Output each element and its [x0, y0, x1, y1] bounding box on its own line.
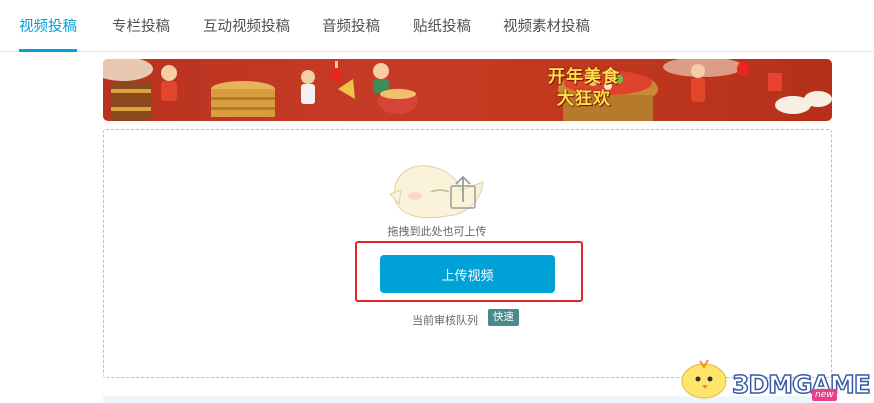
tab-column-upload[interactable]: 专栏投稿	[112, 15, 170, 36]
upload-video-button[interactable]: 上传视频	[380, 255, 555, 293]
watermark-logo: 3DMGAME	[731, 369, 871, 400]
banner-illustration	[103, 59, 832, 121]
tab-audio-upload[interactable]: 音频投稿	[322, 15, 380, 36]
review-queue-status-badge: 快速	[488, 309, 519, 326]
banner-title-line-1: 开年美食	[548, 67, 620, 87]
mascot-upload-icon	[389, 165, 484, 219]
drag-drop-hint: 拖拽到此处也可上传	[387, 225, 487, 238]
watermark-new-badge: new	[812, 389, 837, 401]
upload-type-tabs: 视频投稿 专栏投稿 互动视频投稿 音频投稿 贴纸投稿 视频素材投稿	[0, 0, 874, 52]
tab-video-upload[interactable]: 视频投稿	[19, 15, 77, 36]
banner-title: 开年美食 大狂欢	[535, 66, 633, 110]
promo-banner[interactable]: 开年美食 大狂欢	[103, 59, 832, 121]
review-queue-label: 当前审核队列	[412, 314, 478, 327]
tab-sticker-upload[interactable]: 贴纸投稿	[413, 15, 471, 36]
tab-video-material-upload[interactable]: 视频素材投稿	[503, 15, 590, 36]
watermark-chick-icon	[681, 359, 727, 399]
active-tab-indicator	[19, 49, 77, 52]
tab-interactive-video-upload[interactable]: 互动视频投稿	[203, 15, 290, 36]
banner-title-line-2: 大狂欢	[557, 89, 611, 109]
